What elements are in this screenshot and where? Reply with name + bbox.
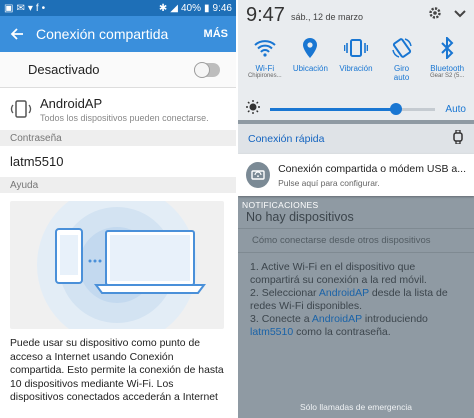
tethering-settings-screen: ▣ ✉ ▾ f • ✱ ◢ 40% ▮ 9:46 Conexión compar…: [0, 0, 236, 418]
tile-location[interactable]: Ubicación: [288, 36, 334, 82]
password-header: Contraseña: [0, 130, 236, 146]
no-devices-text: No hay dispositivos: [246, 210, 354, 224]
more-button[interactable]: MÁS: [204, 28, 228, 40]
brightness-auto-toggle[interactable]: Auto: [445, 104, 466, 115]
quick-panel: 9:47 sáb., 12 de marzo Wi-Fi Chipirones.…: [238, 0, 474, 108]
access-point-row[interactable]: AndroidAP Todos los dispositivos pueden …: [0, 88, 236, 130]
location-icon: [298, 36, 322, 60]
instructions-list: 1. Active Wi-Fi en el dispositivo que co…: [238, 253, 474, 339]
tile-sublabel: Gear S2 (5...: [429, 73, 465, 79]
brightness-row: Auto: [238, 98, 474, 120]
signal-icon: ◢: [170, 2, 178, 14]
rotation-icon: [390, 36, 414, 60]
vibration-icon: [343, 36, 368, 60]
hotspot-notification-icon: [246, 162, 271, 188]
facebook-icon: f: [35, 2, 39, 14]
hotspot-illustration: [10, 201, 224, 329]
password-value[interactable]: latm5510: [0, 146, 236, 177]
tile-label: Ubicación: [292, 64, 328, 73]
toggle-label: Desactivado: [28, 62, 100, 77]
expand-chevron-icon[interactable]: [454, 6, 466, 24]
notification-subtitle: Pulse aquí para configurar.: [278, 177, 380, 188]
quick-connect-label: Conexión rápida: [248, 133, 325, 145]
tile-wifi[interactable]: Wi-Fi Chipirones...: [242, 36, 288, 82]
tethering-notification[interactable]: Conexión compartida o módem USB a... Pul…: [238, 154, 474, 196]
watch-icon: [452, 128, 464, 149]
app-bar: Conexión compartida MÁS: [0, 16, 236, 52]
hotspot-toggle-row[interactable]: Desactivado: [0, 52, 236, 88]
settings-gear-icon[interactable]: [428, 6, 442, 25]
battery-icon: ▮: [204, 2, 210, 14]
battery-level: 40%: [181, 2, 202, 14]
ap-name: AndroidAP: [40, 95, 103, 111]
gallery-icon: ▣: [4, 2, 14, 14]
page-title: Conexión compartida: [36, 26, 169, 42]
tile-rotation[interactable]: Giro auto: [379, 36, 425, 82]
ap-subtitle: Todos los dispositivos pueden conectarse…: [40, 112, 209, 123]
panel-time: 9:47: [246, 3, 285, 26]
notifications-header: NOTIFICACIONES: [242, 200, 319, 210]
instruction-step-1: 1. Active Wi-Fi en el dispositivo que co…: [250, 261, 427, 286]
instruction-step-2: 2. Seleccionar AndroidAP desde la lista …: [250, 287, 448, 312]
tile-bluetooth[interactable]: Bluetooth Gear S2 (5...: [424, 36, 470, 82]
connect-instructions-header: Cómo conectarse desde otros dispositivos: [238, 228, 474, 253]
more-notifications-icon: •: [41, 2, 46, 14]
tile-label: Giro: [394, 64, 410, 73]
tile-label: Wi-Fi: [255, 64, 275, 73]
brightness-slider[interactable]: [270, 102, 436, 115]
twitter-icon: ▾: [27, 2, 33, 14]
back-arrow-icon[interactable]: [8, 25, 26, 43]
bluetooth-icon: [435, 36, 459, 60]
help-text: Puede usar su dispositivo como punto de …: [10, 338, 224, 403]
emergency-calls-text: Sólo llamadas de emergencia: [300, 402, 412, 412]
tile-sublabel: auto: [393, 73, 410, 82]
status-time: 9:46: [212, 2, 232, 14]
phone-hotspot-icon: [10, 98, 32, 120]
help-header: Ayuda: [0, 177, 236, 193]
brightness-sun-icon: [246, 99, 260, 119]
bluetooth-status-icon: ✱: [158, 2, 168, 14]
tile-label: Vibración: [339, 64, 373, 73]
notification-title: Conexión compartida o módem USB a...: [278, 162, 466, 175]
messages-icon: ✉: [16, 2, 25, 14]
tile-sublabel: Chipirones...: [247, 73, 282, 79]
dimmed-background-content: No hay dispositivos Cómo conectarse desd…: [238, 210, 474, 339]
quick-connect-bar[interactable]: Conexión rápida: [238, 124, 474, 154]
notification-panel: 9:47 sáb., 12 de marzo Wi-Fi Chipirones.…: [238, 0, 474, 418]
help-section: Puede usar su dispositivo como punto de …: [0, 193, 236, 418]
wifi-icon: [253, 36, 277, 60]
tile-label: Bluetooth: [430, 64, 465, 73]
status-bar: ▣ ✉ ▾ f • ✱ ◢ 40% ▮ 9:46: [0, 0, 236, 16]
hotspot-switch[interactable]: [194, 61, 220, 78]
tile-vibration[interactable]: Vibración: [333, 36, 379, 82]
instruction-step-3: 3. Conecte a AndroidAP introduciendo lat…: [250, 313, 428, 338]
panel-date: sáb., 12 de marzo: [290, 12, 363, 22]
quick-settings-tiles: Wi-Fi Chipirones... Ubicación Vibración: [238, 30, 474, 82]
